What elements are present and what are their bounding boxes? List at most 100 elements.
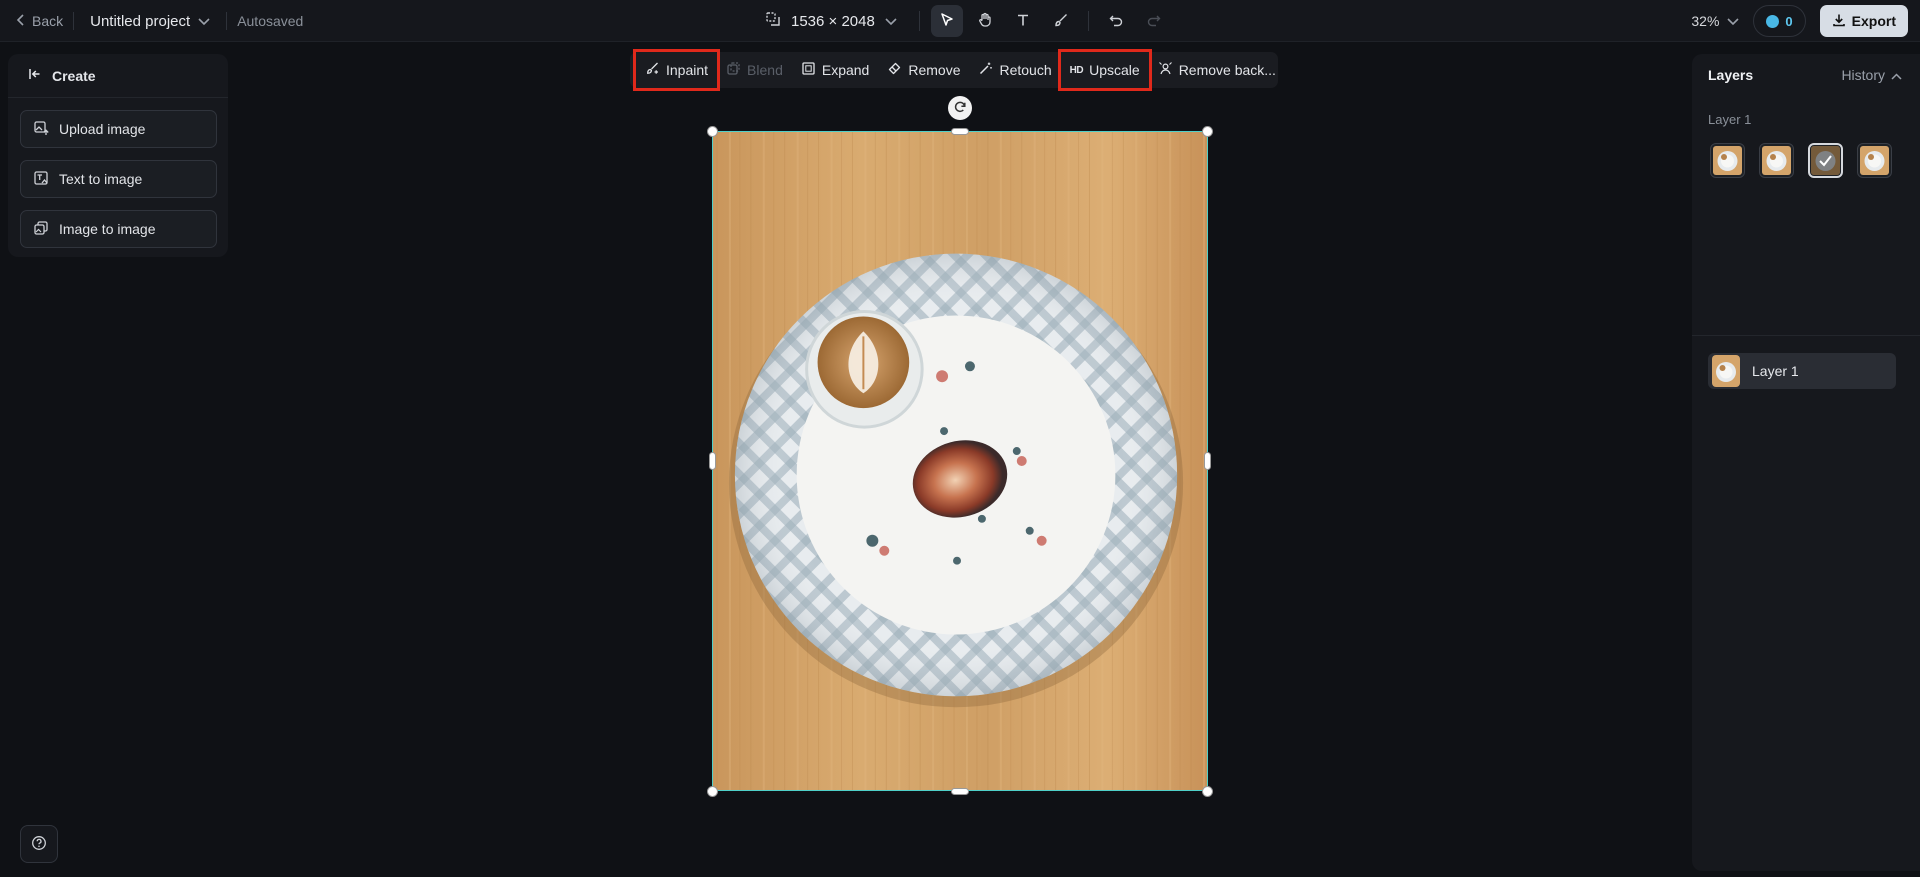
remove-label: Remove <box>908 62 961 78</box>
variant-thumbnails <box>1692 143 1920 178</box>
back-button[interactable]: Back <box>16 13 63 29</box>
chevron-down-icon <box>885 13 897 30</box>
expand-button[interactable]: Expand <box>792 52 878 88</box>
inpaint-button[interactable]: Inpaint <box>632 49 721 91</box>
retouch-label: Retouch <box>999 62 1052 78</box>
plate-thumbnail-icon <box>1762 146 1791 175</box>
divider <box>73 12 75 30</box>
remove-background-label: Remove back... <box>1178 62 1276 78</box>
resize-handle-top-right[interactable] <box>1202 126 1213 137</box>
variants-title: Layer 1 <box>1708 112 1752 127</box>
rotate-handle[interactable] <box>948 96 972 120</box>
plate-thumbnail-icon <box>1811 146 1840 175</box>
canvas-size-value: 1536 × 2048 <box>791 12 875 30</box>
resize-handle-right[interactable] <box>1204 452 1211 470</box>
resize-handle-top[interactable] <box>951 128 969 135</box>
image-to-image-icon <box>33 220 49 239</box>
variant-thumbnail-1[interactable] <box>1710 143 1745 178</box>
create-panel: Create Upload image Text to image Image … <box>8 54 228 257</box>
help-button[interactable] <box>20 825 58 863</box>
rotate-icon <box>953 100 967 117</box>
credits-button[interactable]: 0 <box>1753 5 1806 37</box>
select-icon <box>939 12 955 31</box>
credit-coin-icon <box>1766 14 1780 28</box>
create-panel-header[interactable]: Create <box>8 54 228 98</box>
canvas-image-layer[interactable] <box>712 131 1208 791</box>
brush-icon <box>1053 12 1069 31</box>
expand-icon <box>801 61 816 79</box>
hd-icon: HD <box>1069 64 1084 76</box>
blend-button[interactable]: Blend <box>717 52 792 88</box>
upload-image-label: Upload image <box>59 121 146 137</box>
text-icon <box>1015 12 1031 31</box>
inpaint-icon <box>645 61 660 79</box>
retouch-icon <box>978 61 993 79</box>
chevron-down-icon <box>198 13 210 30</box>
hand-icon <box>977 12 993 31</box>
undo-button[interactable] <box>1100 5 1132 37</box>
credits-value: 0 <box>1785 13 1793 29</box>
divider <box>918 11 920 31</box>
blend-icon <box>726 61 741 79</box>
variant-thumbnail-4[interactable] <box>1857 143 1892 178</box>
image-to-image-label: Image to image <box>59 221 156 237</box>
text-to-image-label: Text to image <box>59 171 143 187</box>
autosave-status: Autosaved <box>237 13 304 29</box>
blend-label: Blend <box>747 62 783 78</box>
layers-panel: Layers History Layer 1 Layer 1 <box>1692 54 1920 871</box>
resize-handle-left[interactable] <box>709 452 716 470</box>
download-icon <box>1832 13 1846 30</box>
top-bar-left: Back Untitled project Autosaved <box>16 0 303 42</box>
expand-label: Expand <box>821 62 870 78</box>
chevron-up-icon <box>1891 67 1902 83</box>
resize-handle-bottom[interactable] <box>951 788 969 795</box>
inpaint-label: Inpaint <box>666 62 709 78</box>
upscale-label: Upscale <box>1089 62 1140 78</box>
chevron-down-icon <box>1727 13 1739 29</box>
plate-thumbnail-icon <box>1713 146 1742 175</box>
upscale-button[interactable]: HD Upscale <box>1057 49 1152 91</box>
chevron-left-icon <box>16 13 26 29</box>
top-bar: Back Untitled project Autosaved 1536 × 2… <box>0 0 1920 42</box>
export-button[interactable]: Export <box>1819 5 1908 37</box>
collapse-panel-icon <box>28 67 42 84</box>
remove-background-button[interactable]: Remove back... <box>1149 52 1285 88</box>
divider <box>226 12 228 30</box>
export-label: Export <box>1851 13 1896 29</box>
redo-icon <box>1146 12 1162 31</box>
undo-icon <box>1108 12 1124 31</box>
resize-handle-bottom-left[interactable] <box>707 786 718 797</box>
zoom-dropdown[interactable]: 32% <box>1691 13 1739 29</box>
hand-tool-button[interactable] <box>969 5 1001 37</box>
image-to-image-button[interactable]: Image to image <box>20 210 217 248</box>
edit-toolbar: Inpaint Blend Expand Remove Retouch HD U… <box>630 49 1278 91</box>
layers-tab[interactable]: Layers <box>1708 67 1753 83</box>
text-tool-button[interactable] <box>1007 5 1039 37</box>
remove-button[interactable]: Remove <box>878 52 969 88</box>
eraser-icon <box>887 61 902 79</box>
divider <box>1692 335 1920 336</box>
canvas-size-dropdown[interactable]: 1536 × 2048 <box>765 11 897 31</box>
select-tool-button[interactable] <box>930 5 963 37</box>
resize-icon <box>765 11 781 31</box>
help-icon <box>31 835 47 854</box>
back-label: Back <box>32 13 64 29</box>
history-label: History <box>1841 67 1885 83</box>
redo-button[interactable] <box>1138 5 1170 37</box>
upload-image-button[interactable]: Upload image <box>20 110 217 148</box>
brush-tool-button[interactable] <box>1045 5 1077 37</box>
resize-handle-top-left[interactable] <box>707 126 718 137</box>
create-panel-title: Create <box>52 67 96 84</box>
project-name-dropdown[interactable]: Untitled project <box>84 13 216 30</box>
upload-image-icon <box>33 120 49 139</box>
history-toggle[interactable]: History <box>1841 67 1902 83</box>
variant-thumbnail-2[interactable] <box>1759 143 1794 178</box>
top-bar-right: 32% 0 Export <box>1691 0 1908 42</box>
layers-panel-header: Layers History <box>1692 54 1920 96</box>
layer-row[interactable]: Layer 1 <box>1708 353 1896 389</box>
remove-background-icon <box>1158 61 1173 79</box>
resize-handle-bottom-right[interactable] <box>1202 786 1213 797</box>
variant-thumbnail-3[interactable] <box>1808 143 1843 178</box>
text-to-image-button[interactable]: Text to image <box>20 160 217 198</box>
retouch-button[interactable]: Retouch <box>969 52 1060 88</box>
